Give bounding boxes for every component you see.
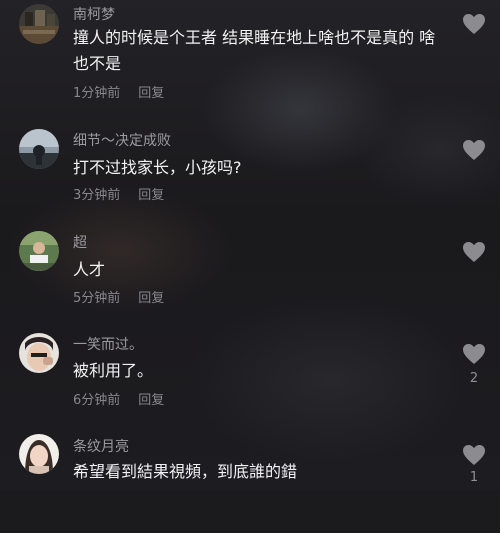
comment-item: 条纹月亮 希望看到結果視頻，到底誰的錯 1 xyxy=(0,433,500,533)
comment-item: 南柯梦 撞人的时候是个王者 结果睡在地上啥也不是真的 啥也不是 1分钟前 回复 xyxy=(0,0,500,101)
comment-text: 人才 xyxy=(73,260,106,279)
comment-text: 撞人的时候是个王者 结果睡在地上啥也不是真的 啥也不是 xyxy=(73,28,436,73)
like-button[interactable]: 2 xyxy=(462,343,486,386)
like-count: 2 xyxy=(469,371,479,386)
comment-meta: 1分钟前 回复 xyxy=(73,82,164,101)
reply-button[interactable]: 回复 xyxy=(138,86,164,101)
heart-icon xyxy=(463,14,485,34)
comment-time: 5分钟前 xyxy=(73,291,121,306)
comment-text: 希望看到結果視頻，到底誰的錯 xyxy=(73,462,298,481)
reply-button[interactable]: 回复 xyxy=(138,291,164,306)
avatar[interactable] xyxy=(19,129,59,169)
comment-username[interactable]: 条纹月亮 xyxy=(73,436,129,456)
comment-item: 超 人才 5分钟前 回复 xyxy=(0,230,500,330)
avatar[interactable] xyxy=(19,4,59,44)
comment-text: 被利用了。 xyxy=(73,361,154,380)
comment-username[interactable]: 超 xyxy=(73,232,87,252)
like-button[interactable] xyxy=(462,13,486,41)
avatar[interactable] xyxy=(19,333,59,373)
comment-username[interactable]: 一笑而过。 xyxy=(73,334,143,354)
reply-button[interactable]: 回复 xyxy=(138,188,164,203)
comment-list[interactable]: 南柯梦 撞人的时候是个王者 结果睡在地上啥也不是真的 啥也不是 1分钟前 回复 细… xyxy=(0,0,500,490)
like-button[interactable] xyxy=(462,241,486,269)
heart-icon xyxy=(463,242,485,262)
like-button[interactable]: 1 xyxy=(462,444,486,485)
comment-username[interactable]: 南柯梦 xyxy=(73,4,115,24)
avatar[interactable] xyxy=(19,231,59,271)
avatar[interactable] xyxy=(19,434,59,474)
heart-icon xyxy=(463,445,485,465)
comment-text: 打不过找家长，小孩吗? xyxy=(73,158,242,177)
comment-time: 3分钟前 xyxy=(73,188,121,203)
heart-icon xyxy=(463,140,485,160)
comment-meta: 5分钟前 回复 xyxy=(73,287,164,306)
comment-time: 6分钟前 xyxy=(73,393,121,408)
comment-username[interactable]: 细节～决定成败 xyxy=(73,130,171,150)
comment-meta: 6分钟前 回复 xyxy=(73,389,164,408)
like-count: 1 xyxy=(469,470,479,485)
heart-icon xyxy=(463,344,485,364)
comment-item: 细节～决定成败 打不过找家长，小孩吗? 3分钟前 回复 xyxy=(0,128,500,228)
reply-button[interactable]: 回复 xyxy=(138,393,164,408)
comment-time: 1分钟前 xyxy=(73,86,121,101)
like-button[interactable] xyxy=(462,139,486,167)
comment-item: 一笑而过。 被利用了。 6分钟前 回复 2 xyxy=(0,332,500,432)
comment-meta: 3分钟前 回复 xyxy=(73,184,164,203)
